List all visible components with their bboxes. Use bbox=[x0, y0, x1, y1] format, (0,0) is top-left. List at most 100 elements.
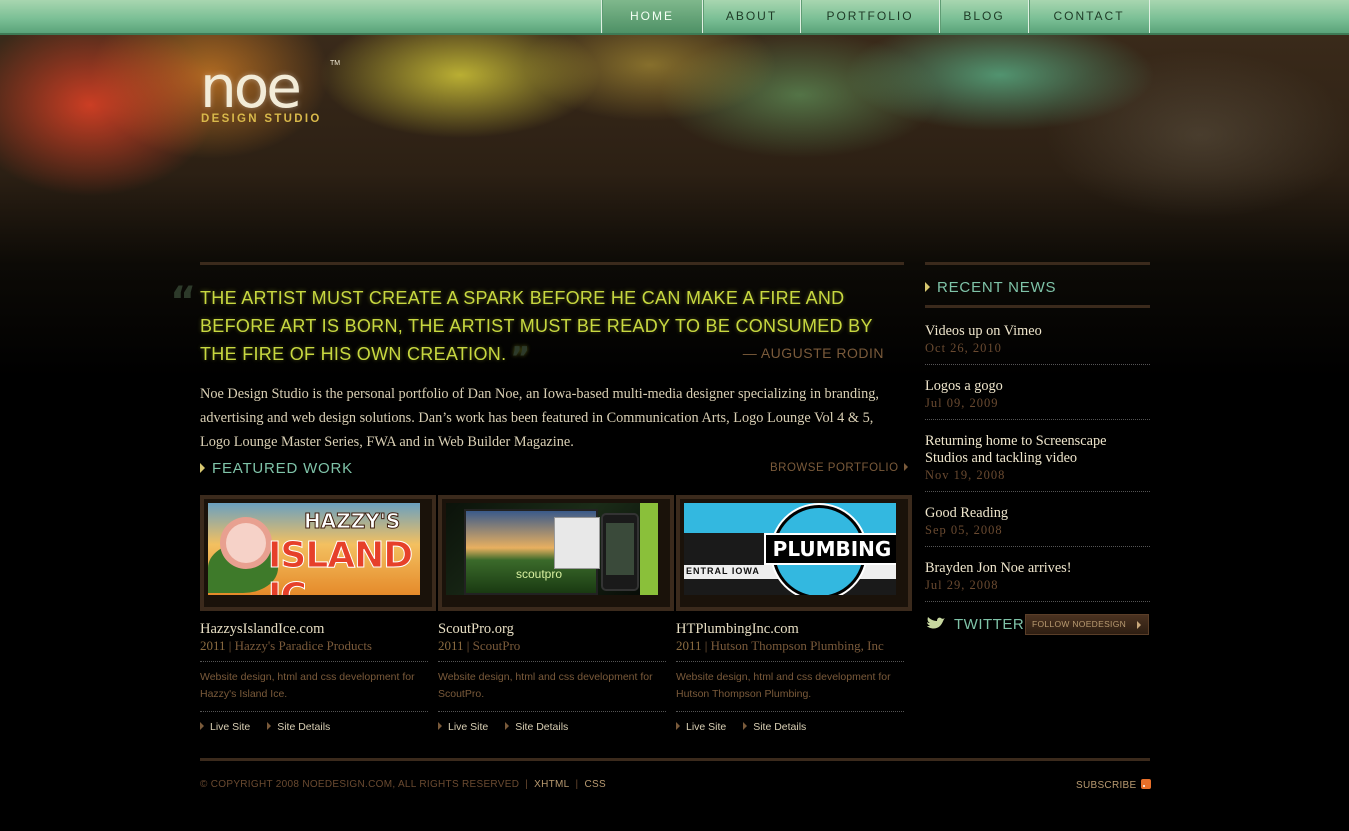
logo-trademark: TM bbox=[330, 60, 341, 67]
close-quote-icon: ” bbox=[510, 341, 531, 376]
work-meta: 2011 | Hazzy's Paradice Products bbox=[200, 639, 428, 653]
arrow-right-icon bbox=[438, 722, 442, 730]
live-site-link[interactable]: Live Site bbox=[676, 721, 726, 733]
news-list: Videos up on Vimeo Oct 26, 2010 Logos a … bbox=[925, 310, 1150, 602]
news-date: Oct 26, 2010 bbox=[925, 341, 1002, 355]
work-title[interactable]: HazzysIslandIce.com bbox=[200, 621, 428, 638]
nav-portfolio[interactable]: PORTFOLIO bbox=[800, 0, 939, 33]
live-site-link[interactable]: Live Site bbox=[438, 721, 488, 733]
news-title[interactable]: Returning home to Screenscape Studios an… bbox=[925, 433, 1150, 467]
work-links: Live Site Site Details bbox=[200, 721, 428, 733]
work-title[interactable]: HTPlumbingInc.com bbox=[676, 621, 904, 638]
browse-portfolio-link[interactable]: BROWSE PORTFOLIO bbox=[770, 462, 908, 474]
arrow-right-icon bbox=[200, 463, 205, 473]
meta-separator: | bbox=[228, 638, 232, 653]
news-title[interactable]: Logos a gogo bbox=[925, 378, 1150, 395]
menu-dropdown-shape bbox=[554, 517, 600, 569]
nav-about[interactable]: ABOUT bbox=[702, 0, 800, 33]
site-details-link[interactable]: Site Details bbox=[505, 721, 568, 733]
thumb-text-main: ISLAND IC bbox=[268, 535, 414, 596]
news-item[interactable]: Good Reading Sep 05, 2008 bbox=[925, 492, 1150, 547]
news-date: Nov 19, 2008 bbox=[925, 468, 1006, 482]
site-details-label: Site Details bbox=[753, 721, 807, 733]
site-details-link[interactable]: Site Details bbox=[267, 721, 330, 733]
intro-paragraph: Noe Design Studio is the personal portfo… bbox=[200, 386, 879, 450]
arrow-right-icon bbox=[676, 722, 680, 730]
work-title[interactable]: ScoutPro.org bbox=[438, 621, 666, 638]
footer-separator: | bbox=[575, 779, 579, 790]
dotted-divider bbox=[438, 711, 666, 712]
phone-shape bbox=[601, 513, 639, 591]
twitter-bird-icon bbox=[926, 617, 945, 629]
news-item[interactable]: Logos a gogo Jul 09, 2009 bbox=[925, 365, 1150, 420]
logo-subtitle: DESIGN STUDIO bbox=[201, 113, 322, 125]
work-card: scoutpro ScoutPro.org 2011 | ScoutPro We… bbox=[438, 495, 674, 733]
footer-separator: | bbox=[525, 779, 529, 790]
thumb-text-top: HAZZY'S bbox=[303, 509, 401, 534]
live-site-label: Live Site bbox=[210, 721, 251, 733]
work-links: Live Site Site Details bbox=[438, 721, 666, 733]
twitter-label: TWITTER bbox=[954, 616, 1025, 633]
meta-separator: | bbox=[466, 638, 470, 653]
work-description: Website design, html and css development… bbox=[438, 671, 653, 700]
green-edge bbox=[640, 503, 658, 595]
thumb-text-main: scoutpro bbox=[516, 567, 563, 581]
featured-work-heading: FEATURED WORK bbox=[200, 460, 353, 477]
top-nav-bar: HOME ABOUT PORTFOLIO BLOG CONTACT bbox=[0, 0, 1349, 35]
follow-button[interactable]: FOLLOW NOEDESIGN bbox=[1025, 614, 1149, 635]
xhtml-link[interactable]: XHTML bbox=[534, 779, 569, 790]
subscribe-label: SUBSCRIBE bbox=[1076, 780, 1137, 791]
work-client: Hutson Thompson Plumbing, Inc bbox=[710, 638, 884, 653]
work-client: Hazzy's Paradice Products bbox=[234, 638, 372, 653]
work-thumbnail-frame[interactable]: scoutpro bbox=[438, 495, 674, 611]
dotted-divider bbox=[200, 711, 428, 712]
work-thumbnail-frame[interactable]: HAZZY'S ISLAND IC bbox=[200, 495, 436, 611]
thumb-text-left: ENTRAL IOWA bbox=[686, 566, 760, 576]
open-quote-icon: “ bbox=[170, 279, 197, 325]
live-site-link[interactable]: Live Site bbox=[200, 721, 250, 733]
work-thumbnail[interactable]: ENTRAL IOWA PLUMBING bbox=[684, 503, 896, 595]
meta-separator: | bbox=[704, 638, 708, 653]
arrow-right-icon bbox=[743, 722, 748, 730]
featured-work-label: FEATURED WORK bbox=[212, 460, 353, 477]
site-details-link[interactable]: Site Details bbox=[743, 721, 806, 733]
work-thumbnail[interactable]: HAZZY'S ISLAND IC bbox=[208, 503, 420, 595]
work-year: 2011 bbox=[200, 638, 226, 653]
work-description: Website design, html and css development… bbox=[676, 671, 891, 700]
logo-wordmark: noe bbox=[200, 53, 302, 121]
live-site-label: Live Site bbox=[448, 721, 489, 733]
subscribe-link[interactable]: SUBSCRIBE bbox=[1076, 779, 1151, 791]
nav-home[interactable]: HOME bbox=[601, 0, 702, 33]
news-title[interactable]: Good Reading bbox=[925, 505, 1150, 522]
follow-label: FOLLOW NOEDESIGN bbox=[1032, 619, 1127, 629]
nav-contact[interactable]: CONTACT bbox=[1028, 0, 1150, 33]
work-thumbnail[interactable]: scoutpro bbox=[446, 503, 658, 595]
rss-icon bbox=[1140, 779, 1151, 789]
news-item[interactable]: Videos up on Vimeo Oct 26, 2010 bbox=[925, 310, 1150, 365]
news-title[interactable]: Videos up on Vimeo bbox=[925, 323, 1150, 340]
arrow-right-icon bbox=[903, 463, 908, 471]
dotted-divider bbox=[676, 711, 904, 712]
arrow-right-icon bbox=[505, 722, 510, 730]
site-details-label: Site Details bbox=[515, 721, 569, 733]
site-logo[interactable]: noe TM DESIGN STUDIO bbox=[200, 58, 345, 130]
footer-divider bbox=[200, 758, 1150, 761]
work-thumbnail-frame[interactable]: ENTRAL IOWA PLUMBING bbox=[676, 495, 912, 611]
dotted-divider bbox=[200, 661, 428, 662]
news-item[interactable]: Returning home to Screenscape Studios an… bbox=[925, 420, 1150, 492]
work-meta: 2011 | ScoutPro bbox=[438, 639, 666, 653]
nav-blog[interactable]: BLOG bbox=[939, 0, 1028, 33]
dotted-divider bbox=[438, 661, 666, 662]
css-link[interactable]: CSS bbox=[584, 779, 605, 790]
twitter-block: TWITTER FOLLOW NOEDESIGN bbox=[925, 614, 1150, 636]
quote-author: — AUGUSTE RODIN bbox=[742, 345, 884, 361]
browse-portfolio-label: BROWSE PORTFOLIO bbox=[770, 462, 899, 474]
work-year: 2011 bbox=[676, 638, 702, 653]
work-links: Live Site Site Details bbox=[676, 721, 904, 733]
work-description: Website design, html and css development… bbox=[200, 671, 415, 700]
site-details-label: Site Details bbox=[277, 721, 331, 733]
news-item[interactable]: Brayden Jon Noe arrives! Jul 29, 2008 bbox=[925, 547, 1150, 602]
live-site-label: Live Site bbox=[686, 721, 727, 733]
work-card: HAZZY'S ISLAND IC HazzysIslandIce.com 20… bbox=[200, 495, 436, 733]
news-title[interactable]: Brayden Jon Noe arrives! bbox=[925, 560, 1150, 577]
